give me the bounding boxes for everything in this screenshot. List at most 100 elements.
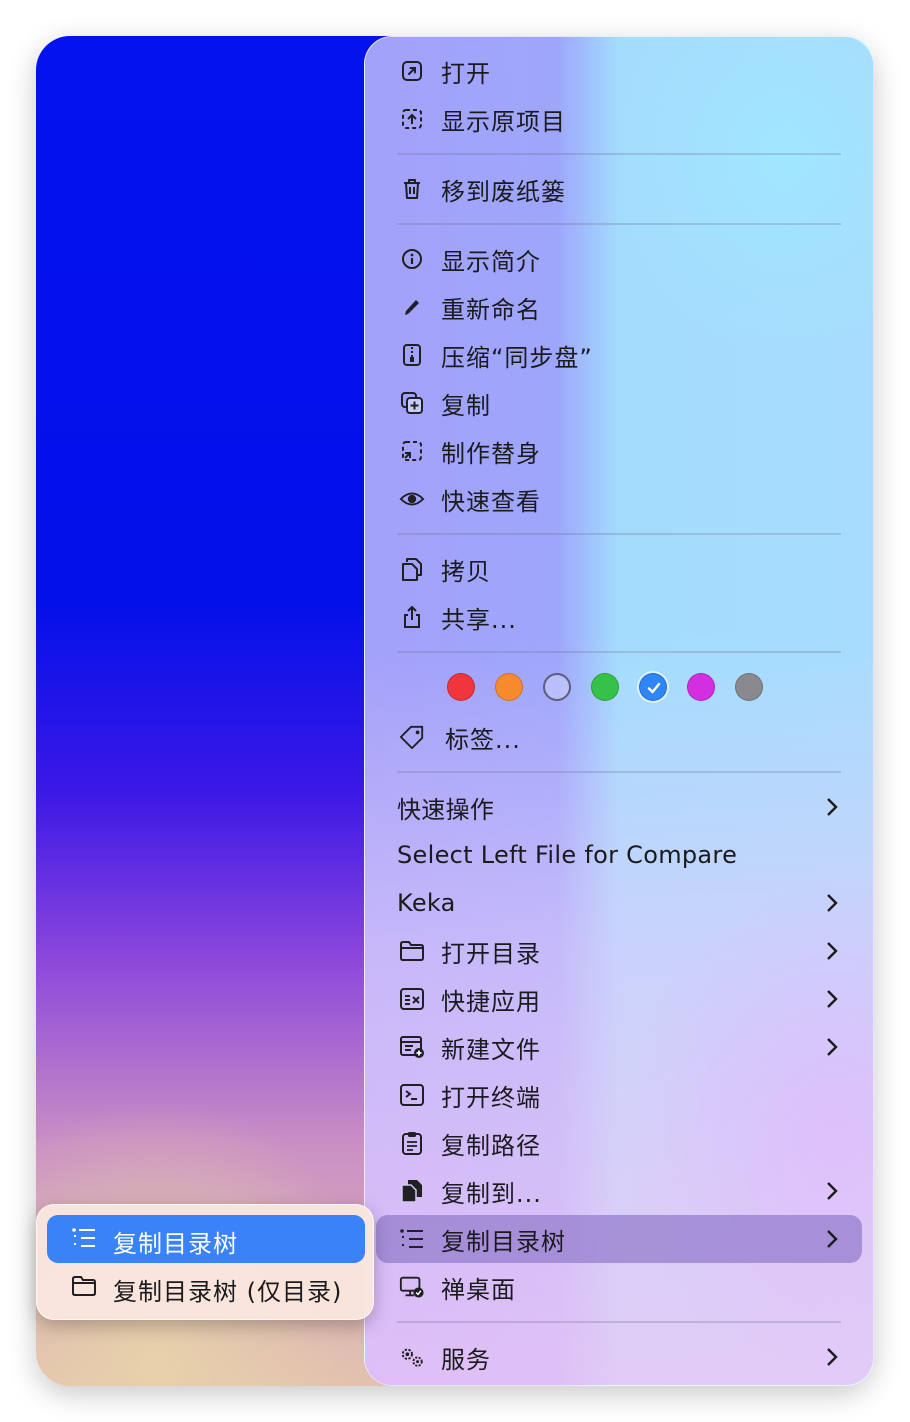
- menu-item-open[interactable]: 打开: [365, 49, 873, 93]
- menu-item-copy-directory-tree[interactable]: 复制目录树: [365, 1217, 873, 1261]
- tag-color-red[interactable]: [447, 673, 475, 701]
- menu-item-label: 重新命名: [441, 295, 541, 324]
- checkmark-icon: [647, 682, 661, 694]
- menu-item-label: 压缩“同步盘”: [441, 343, 593, 372]
- menu-item-label: 新建文件: [441, 1035, 541, 1064]
- menu-separator: [397, 223, 841, 225]
- menu-item-label: 复制: [441, 391, 491, 420]
- menu-item-label: 快速操作: [397, 795, 495, 824]
- tag-color-gray[interactable]: [735, 673, 763, 701]
- copy-directory-tree-submenu: 复制目录树 复制目录树 (仅目录): [36, 1204, 374, 1320]
- menu-item-label: 快捷应用: [441, 987, 541, 1016]
- menu-item-move-to-trash[interactable]: 移到废纸篓: [365, 167, 873, 211]
- menu-item-share[interactable]: 共享...: [365, 595, 873, 639]
- menu-item-label: 禅桌面: [441, 1275, 516, 1304]
- services-icon: [399, 1344, 425, 1370]
- tag-icon: [399, 724, 425, 750]
- tag-color-blue[interactable]: [639, 673, 667, 701]
- info-icon: [399, 246, 425, 272]
- new-file-icon: [399, 1034, 425, 1060]
- menu-item-copy-path[interactable]: 复制路径: [365, 1121, 873, 1165]
- submenu-item-label: 复制目录树 (仅目录): [113, 1278, 343, 1306]
- menu-item-label: 复制到...: [441, 1179, 542, 1208]
- menu-item-rename[interactable]: 重新命名: [365, 285, 873, 329]
- menu-item-get-info[interactable]: 显示简介: [365, 237, 873, 281]
- menu-separator: [397, 651, 841, 653]
- menu-item-zen-desktop[interactable]: 禅桌面: [365, 1265, 873, 1309]
- clipboard-icon: [399, 1130, 425, 1156]
- show-original-icon: [399, 106, 425, 132]
- menu-item-quick-look[interactable]: 快速查看: [365, 477, 873, 521]
- eye-icon: [399, 486, 425, 512]
- chevron-right-icon: [827, 894, 838, 912]
- menu-item-keka[interactable]: Keka: [365, 881, 873, 925]
- copy-to-icon: [399, 1178, 425, 1204]
- list-tree-icon: [399, 1226, 425, 1252]
- context-menu: 打开 显示原项目 移到废纸篓 显示简介 重新命名 压缩“同步盘” 复制 制作替身…: [364, 36, 874, 1386]
- menu-separator: [397, 153, 841, 155]
- pencil-icon: [399, 294, 425, 320]
- chevron-right-icon: [827, 990, 838, 1008]
- menu-separator: [397, 533, 841, 535]
- menu-item-duplicate[interactable]: 复制: [365, 381, 873, 425]
- menu-item-label: 移到废纸篓: [441, 177, 566, 206]
- menu-item-quick-app[interactable]: 快捷应用: [365, 977, 873, 1021]
- zip-icon: [399, 342, 425, 368]
- menu-item-tags[interactable]: 标签...: [365, 715, 873, 759]
- folder-icon: [399, 938, 425, 964]
- menu-item-label: Select Left File for Compare: [397, 841, 738, 869]
- menu-item-open-terminal[interactable]: 打开终端: [365, 1073, 873, 1117]
- chevron-right-icon: [827, 798, 838, 816]
- menu-item-label: Keka: [397, 889, 456, 917]
- menu-item-label: 拷贝: [441, 557, 491, 586]
- menu-item-open-directory[interactable]: 打开目录: [365, 929, 873, 973]
- menu-item-label: 显示原项目: [441, 107, 566, 136]
- menu-item-copy[interactable]: 拷贝: [365, 547, 873, 591]
- menu-item-show-original[interactable]: 显示原项目: [365, 97, 873, 141]
- tag-color-purple[interactable]: [687, 673, 715, 701]
- menu-item-label: 共享...: [441, 605, 517, 634]
- chevron-right-icon: [827, 1230, 838, 1248]
- menu-item-services[interactable]: 服务: [365, 1335, 873, 1379]
- share-icon: [399, 604, 425, 630]
- trash-icon: [399, 176, 425, 202]
- quick-app-icon: [399, 986, 425, 1012]
- zen-desktop-icon: [399, 1274, 425, 1300]
- submenu-item-label: 复制目录树: [113, 1230, 238, 1258]
- tag-color-orange[interactable]: [495, 673, 523, 701]
- menu-item-new-file[interactable]: 新建文件: [365, 1025, 873, 1069]
- tag-color-none[interactable]: [543, 673, 571, 701]
- tag-color-row: [447, 671, 767, 703]
- open-arrow-icon: [399, 58, 425, 84]
- menu-item-label: 制作替身: [441, 439, 541, 468]
- list-tree-icon: [71, 1226, 97, 1252]
- chevron-right-icon: [827, 1038, 838, 1056]
- menu-item-label: 复制目录树: [441, 1227, 566, 1256]
- terminal-icon: [399, 1082, 425, 1108]
- menu-item-copy-to[interactable]: 复制到...: [365, 1169, 873, 1213]
- submenu-item-copy-directory-tree[interactable]: 复制目录树: [47, 1215, 365, 1263]
- menu-item-select-left-file[interactable]: Select Left File for Compare: [365, 833, 873, 877]
- menu-item-compress[interactable]: 压缩“同步盘”: [365, 333, 873, 377]
- tag-color-green[interactable]: [591, 673, 619, 701]
- folder-icon: [71, 1274, 97, 1300]
- menu-item-quick-actions[interactable]: 快速操作: [365, 785, 873, 829]
- menu-item-label: 打开终端: [441, 1083, 541, 1112]
- copy-icon: [399, 556, 425, 582]
- menu-item-label: 打开: [441, 59, 491, 88]
- menu-item-label: 标签...: [445, 725, 521, 754]
- duplicate-icon: [399, 390, 425, 416]
- chevron-right-icon: [827, 942, 838, 960]
- menu-item-label: 打开目录: [441, 939, 541, 968]
- menu-separator: [397, 1321, 841, 1323]
- chevron-right-icon: [827, 1182, 838, 1200]
- menu-item-make-alias[interactable]: 制作替身: [365, 429, 873, 473]
- menu-item-label: 服务: [441, 1345, 491, 1374]
- submenu-item-copy-directory-tree-dirs-only[interactable]: 复制目录树 (仅目录): [47, 1263, 365, 1311]
- menu-separator: [397, 771, 841, 773]
- chevron-right-icon: [827, 1348, 838, 1366]
- menu-item-label: 复制路径: [441, 1131, 541, 1160]
- menu-item-label: 显示简介: [441, 247, 541, 276]
- alias-icon: [399, 438, 425, 464]
- menu-item-label: 快速查看: [441, 487, 541, 516]
